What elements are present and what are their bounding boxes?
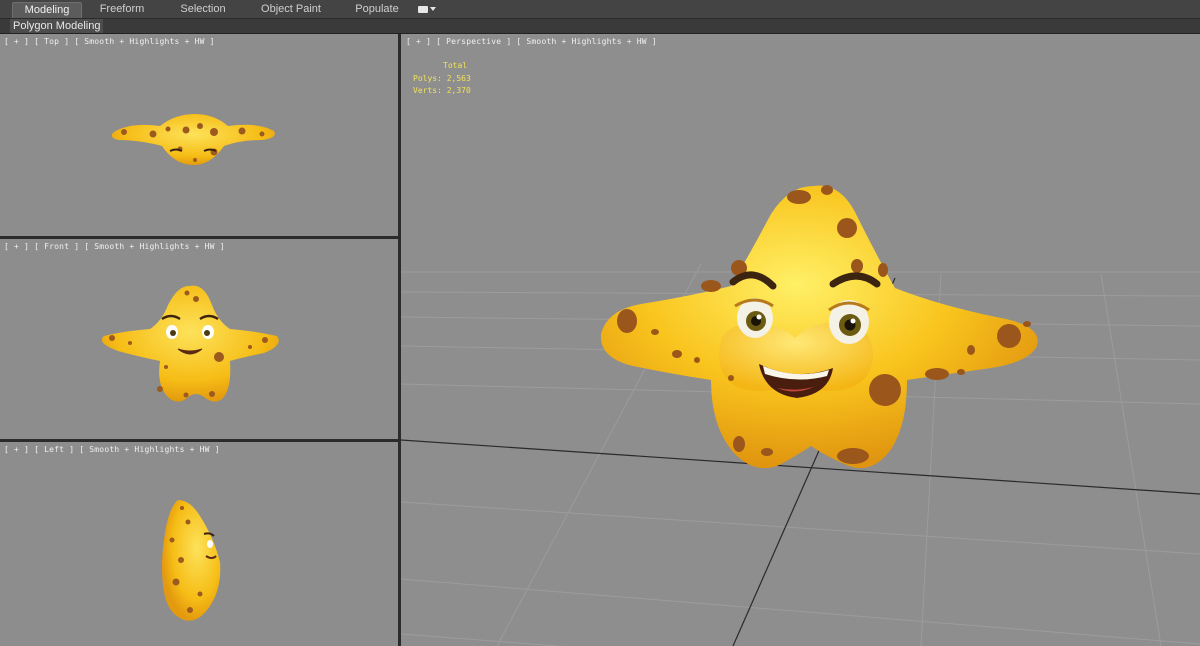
perspective-view-scene (401, 185, 1200, 646)
viewport-perspective-label[interactable]: [ + ] [ Perspective ] [ Smooth + Highlig… (406, 37, 657, 46)
viewport-statistics: Total Polys: 2,563 Verts: 2,370 (413, 60, 471, 98)
viewport-left[interactable]: [ + ] [ Left ] [ Smooth + Highlights + H… (0, 442, 398, 646)
left-view-model (162, 500, 221, 621)
tab-object-paint[interactable]: Object Paint (256, 2, 326, 17)
tab-freeform[interactable]: Freeform (90, 2, 154, 17)
stats-total-label: Total (443, 61, 468, 70)
ribbon-options-dropdown[interactable] (418, 3, 442, 15)
ribbon-panel-bar: Polygon Modeling (0, 19, 1200, 34)
tab-selection[interactable]: Selection (172, 2, 234, 17)
viewport-top[interactable]: [ + ] [ Top ] [ Smooth + Highlights + HW… (0, 34, 398, 236)
starfish-character-model[interactable] (600, 185, 1038, 469)
tab-populate[interactable]: Populate (348, 2, 406, 17)
chevron-down-icon (430, 7, 436, 11)
ribbon-toggle-icon (418, 5, 428, 13)
top-view-model (111, 114, 275, 166)
polygon-modeling-panel-button[interactable]: Polygon Modeling (10, 19, 104, 33)
viewport-perspective[interactable]: [ + ] [ Perspective ] [ Smooth + Highlig… (401, 34, 1200, 646)
viewport-front[interactable]: [ + ] [ Front ] [ Smooth + Highlights + … (0, 239, 398, 439)
front-view-model (101, 285, 279, 402)
stats-verts: Verts: 2,370 (413, 86, 471, 95)
tab-modeling[interactable]: Modeling (12, 2, 82, 18)
stats-polys: Polys: 2,563 (413, 73, 471, 83)
ribbon-tab-bar: Modeling Freeform Selection Object Paint… (0, 0, 1200, 19)
